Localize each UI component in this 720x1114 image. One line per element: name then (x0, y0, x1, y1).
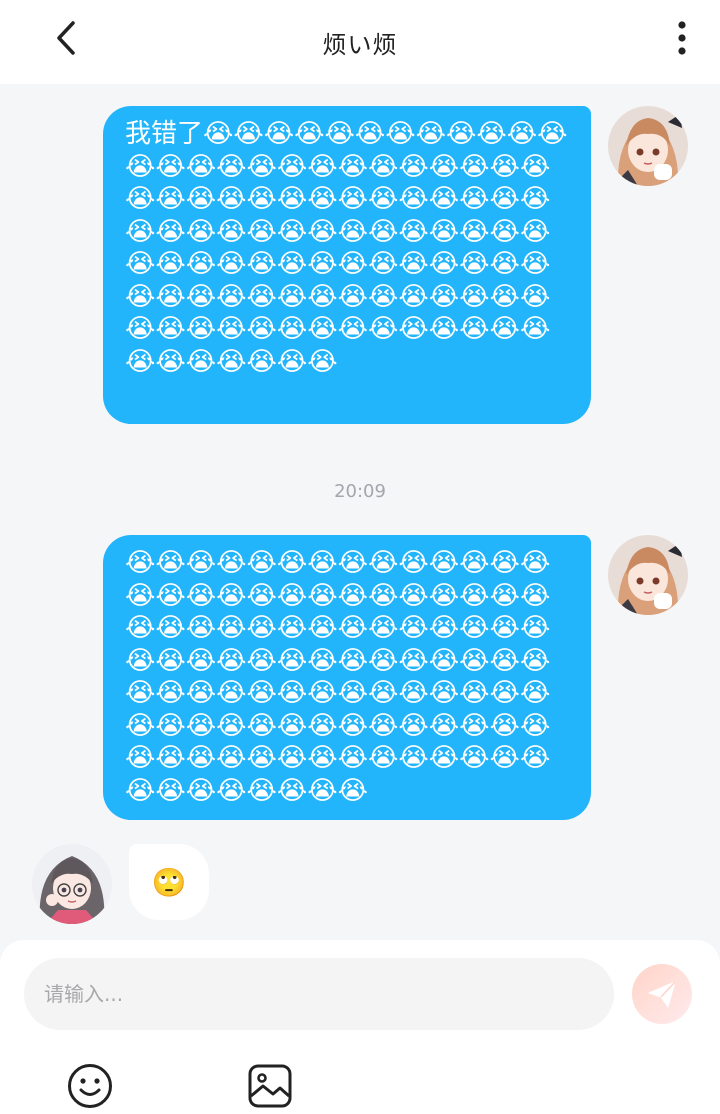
chat-header: 烦い烦 (0, 0, 720, 84)
contact-avatar[interactable] (32, 844, 112, 924)
back-button[interactable] (46, 18, 86, 58)
message-input[interactable] (24, 958, 614, 1030)
message-text: 🙄 (151, 865, 187, 899)
chevron-left-icon (57, 21, 75, 55)
anime-girl-glasses-avatar-image (32, 844, 112, 924)
send-button[interactable] (632, 964, 692, 1024)
image-button[interactable] (246, 1062, 294, 1110)
message-list[interactable]: 我错了😭😭😭😭😭😭😭😭😭😭😭😭😭😭😭😭😭😭😭😭😭😭😭😭😭😭😭😭😭😭😭😭😭😭😭😭😭… (0, 84, 720, 940)
message-bubble-incoming[interactable]: 🙄 (129, 844, 209, 920)
more-vertical-icon (678, 21, 686, 55)
smiley-icon (68, 1064, 112, 1108)
message-composer (0, 940, 720, 1114)
message-bubble-outgoing[interactable]: 我错了😭😭😭😭😭😭😭😭😭😭😭😭😭😭😭😭😭😭😭😭😭😭😭😭😭😭😭😭😭😭😭😭😭😭😭😭😭… (103, 106, 591, 424)
anime-girl-avatar-image (608, 535, 688, 615)
message-text: 😭😭😭😭😭😭😭😭😭😭😭😭😭😭😭😭😭😭😭😭😭😭😭😭😭😭😭😭😭😭😭😭😭😭😭😭😭😭😭😭… (125, 548, 551, 806)
page-title: 烦い烦 (322, 30, 398, 59)
message-text: 我错了😭😭😭😭😭😭😭😭😭😭😭😭😭😭😭😭😭😭😭😭😭😭😭😭😭😭😭😭😭😭😭😭😭😭😭😭😭… (125, 119, 568, 377)
image-icon (248, 1064, 292, 1108)
self-avatar[interactable] (608, 106, 688, 186)
anime-girl-avatar-image (608, 106, 688, 186)
paper-plane-icon (648, 981, 676, 1008)
more-options-button[interactable] (670, 16, 694, 60)
emoji-button[interactable] (66, 1062, 114, 1110)
self-avatar[interactable] (608, 535, 688, 615)
message-bubble-outgoing[interactable]: 😭😭😭😭😭😭😭😭😭😭😭😭😭😭😭😭😭😭😭😭😭😭😭😭😭😭😭😭😭😭😭😭😭😭😭😭😭😭😭😭… (103, 535, 591, 820)
message-timestamp: 20:09 (334, 481, 386, 502)
